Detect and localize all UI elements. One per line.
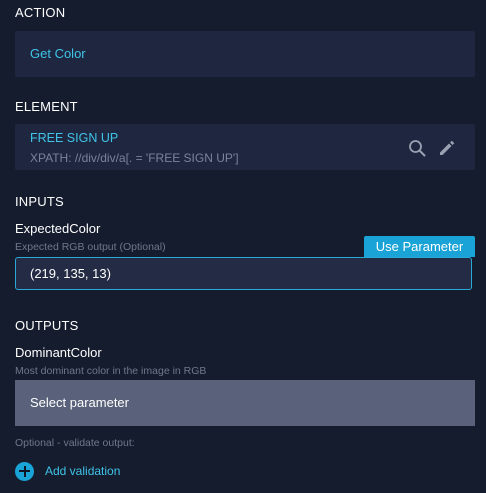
add-validation-button[interactable]: Add validation xyxy=(15,461,121,481)
use-parameter-button[interactable]: Use Parameter xyxy=(364,236,475,257)
element-name: FREE SIGN UP xyxy=(30,131,119,145)
dominant-color-desc: Most dominant color in the image in RGB xyxy=(15,365,207,377)
plus-circle-icon xyxy=(15,461,34,481)
action-value: Get Color xyxy=(30,46,86,61)
inputs-section-title: INPUTS xyxy=(15,194,64,209)
optional-validate-text: Optional - validate output: xyxy=(15,437,135,449)
element-card[interactable]: FREE SIGN UP XPATH: //div/div/a[. = 'FRE… xyxy=(15,124,475,170)
expected-color-input[interactable]: (219, 135, 13) xyxy=(15,257,472,290)
search-icon[interactable] xyxy=(408,139,426,162)
add-validation-label: Add validation xyxy=(45,464,121,478)
expected-color-label: ExpectedColor xyxy=(15,221,101,236)
element-section-title: ELEMENT xyxy=(15,99,78,114)
expected-color-desc: Expected RGB output (Optional) xyxy=(15,241,166,253)
pencil-icon[interactable] xyxy=(438,139,456,162)
select-parameter-dropdown[interactable]: Select parameter xyxy=(15,380,475,426)
outputs-section-title: OUTPUTS xyxy=(15,318,79,333)
element-xpath: XPATH: //div/div/a[. = 'FREE SIGN UP'] xyxy=(30,151,239,165)
action-section-title: ACTION xyxy=(15,5,66,20)
dominant-color-label: DominantColor xyxy=(15,345,102,360)
action-card[interactable]: Get Color xyxy=(15,31,475,77)
